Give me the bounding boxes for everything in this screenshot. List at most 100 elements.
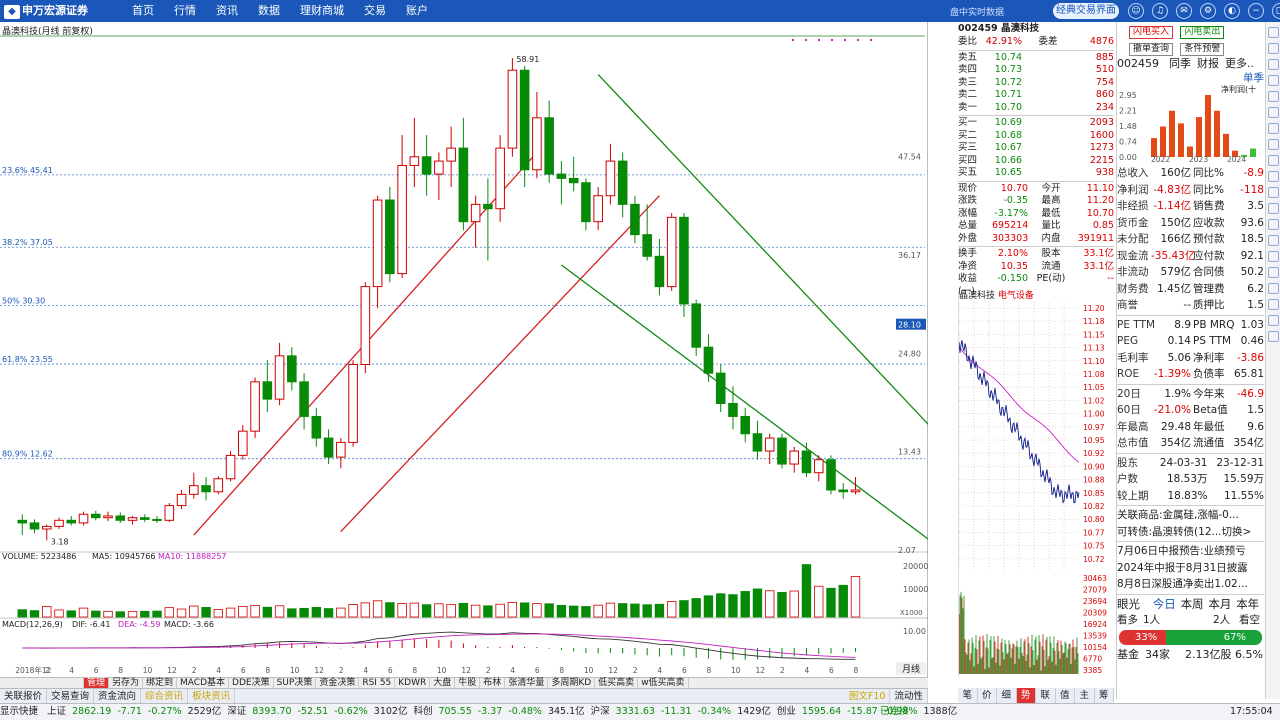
sentiment-bar[interactable]: 33% 67% xyxy=(1119,629,1262,645)
candle-body[interactable] xyxy=(715,372,726,404)
tab-month[interactable]: 本月 xyxy=(1208,596,1236,613)
mini-tab[interactable]: 细 xyxy=(997,688,1017,703)
bull-percent[interactable]: 33% xyxy=(1119,629,1167,645)
tool-icon[interactable] xyxy=(1268,267,1279,278)
candle-body[interactable] xyxy=(532,117,542,171)
indicator-tab[interactable]: 布林 xyxy=(480,678,506,688)
order-row[interactable]: 买三 10.67 1273 xyxy=(958,142,1114,155)
candle-body[interactable] xyxy=(189,485,199,495)
candle-body[interactable] xyxy=(850,489,861,493)
candle-body[interactable] xyxy=(777,437,787,465)
indicator-tab[interactable]: 低买高卖 xyxy=(595,678,639,688)
tab-more[interactable]: 更多.. xyxy=(1225,56,1254,72)
link-bond-text[interactable]: 可转债:晶澳转债(12...切换> xyxy=(1117,524,1251,541)
candle-body[interactable] xyxy=(654,255,665,288)
mini-tab[interactable]: 价 xyxy=(978,688,997,703)
candle-body[interactable] xyxy=(201,485,211,493)
indicator-tab[interactable]: 绑定到 xyxy=(143,678,178,688)
tool-icon[interactable] xyxy=(1268,203,1279,214)
mini-tab[interactable]: 筹 xyxy=(1095,688,1114,703)
candle-body[interactable] xyxy=(519,69,530,171)
candle-body[interactable] xyxy=(115,515,126,521)
candle-body[interactable] xyxy=(311,415,322,439)
flash-sell-button[interactable]: 闪电卖出 xyxy=(1180,26,1225,39)
candle-body[interactable] xyxy=(238,430,248,456)
candle-body[interactable] xyxy=(470,203,481,223)
classic-trade-button[interactable]: 经典交易界面 xyxy=(1053,3,1119,19)
indicator-tab[interactable]: 张清华量 xyxy=(505,678,549,688)
function-tab[interactable]: 交易查询 xyxy=(47,689,95,703)
tool-icon[interactable] xyxy=(1268,59,1279,70)
candle-body[interactable] xyxy=(483,203,493,210)
candle-body[interactable] xyxy=(666,216,677,288)
order-row[interactable]: 买四 10.66 2215 xyxy=(958,155,1114,168)
candle-body[interactable] xyxy=(336,441,346,458)
candle-body[interactable] xyxy=(703,346,714,374)
kline-chart-area[interactable]: 晶澳科技(月线 前复权) 23.6% 45.41 38.2% 37.05 50% 3… xyxy=(0,22,954,677)
tool-icon[interactable] xyxy=(1268,43,1279,54)
trend-channel-line[interactable] xyxy=(561,264,942,550)
candle-body[interactable] xyxy=(728,402,738,417)
minimize-icon[interactable]: − xyxy=(1248,3,1264,19)
candle-body[interactable] xyxy=(409,156,420,166)
indicator-tab[interactable]: RSI 55 xyxy=(359,678,396,688)
candle-body[interactable] xyxy=(152,518,162,521)
user-icon[interactable]: ☺ xyxy=(1128,3,1144,19)
mini-tab[interactable]: 主 xyxy=(1075,688,1095,703)
candle-body[interactable] xyxy=(593,195,603,223)
candle-body[interactable] xyxy=(752,433,763,452)
indicator-tab[interactable]: 大盘 xyxy=(430,678,456,688)
candle-body[interactable] xyxy=(691,303,701,348)
tool-icon[interactable] xyxy=(1268,155,1279,166)
tool-icon[interactable] xyxy=(1268,235,1279,246)
order-row[interactable]: 买五 10.65 938 xyxy=(958,167,1114,180)
candle-body[interactable] xyxy=(605,160,616,197)
tab-today[interactable]: 今日 xyxy=(1153,596,1181,613)
news-text[interactable]: 7月06日中报预告:业绩预亏 xyxy=(1117,543,1246,560)
tool-icon[interactable] xyxy=(1268,171,1279,182)
candle-body[interactable] xyxy=(421,156,432,175)
candle-body[interactable] xyxy=(446,147,456,162)
function-tab[interactable]: 关联报价 xyxy=(0,689,48,703)
candle-body[interactable] xyxy=(78,513,89,524)
news-item[interactable]: 2024年中报于8月31日披露 xyxy=(1117,560,1264,577)
show-shortcut-toggle[interactable]: 显示快捷 xyxy=(0,706,38,717)
tool-icon[interactable] xyxy=(1268,219,1279,230)
candle-body[interactable] xyxy=(360,286,371,366)
mini-tab[interactable]: 值 xyxy=(1056,688,1075,703)
index-name[interactable]: 深证 xyxy=(227,706,246,717)
index-name[interactable]: 创业 xyxy=(777,706,796,717)
candle-body[interactable] xyxy=(250,381,260,432)
order-row[interactable]: 卖二 10.71 860 xyxy=(958,89,1114,102)
function-tab[interactable]: 板块资讯 xyxy=(188,689,236,703)
candle-body[interactable] xyxy=(556,173,567,179)
candle-body[interactable] xyxy=(29,522,40,530)
candle-body[interactable] xyxy=(495,147,505,210)
indicator-tab[interactable]: w低买高卖 xyxy=(638,678,689,688)
candle-body[interactable] xyxy=(164,505,175,521)
candle-body[interactable] xyxy=(262,381,273,400)
link-commodity-text[interactable]: 关联商品:金属硅,涨幅-0... xyxy=(1117,507,1239,524)
candle-body[interactable] xyxy=(581,182,591,223)
tool-icon[interactable] xyxy=(1268,91,1279,102)
candle-body[interactable] xyxy=(679,216,689,305)
tab-week[interactable]: 本周 xyxy=(1181,596,1209,613)
nav-account[interactable]: 账户 xyxy=(396,0,438,22)
candle-body[interactable] xyxy=(287,355,297,383)
tool-icon[interactable] xyxy=(1268,187,1279,198)
kline-svg[interactable]: 23.6% 45.41 38.2% 37.05 50% 30.30 61.8% 23.… xyxy=(0,22,954,677)
cancel-query-button[interactable]: 撤单查询 xyxy=(1129,43,1174,56)
period-label[interactable]: 月线 xyxy=(902,663,920,675)
candle-body[interactable] xyxy=(348,364,358,443)
indicator-tab[interactable]: 牛股 xyxy=(455,678,481,688)
candle-body[interactable] xyxy=(789,450,800,465)
candle-body[interactable] xyxy=(740,415,751,435)
tool-icon[interactable] xyxy=(1268,283,1279,294)
news-item[interactable]: 8月8日深股通净卖出1.02... xyxy=(1117,576,1264,593)
tool-icon[interactable] xyxy=(1268,107,1279,118)
candle-body[interactable] xyxy=(826,459,836,491)
settings-icon[interactable]: ⚙ xyxy=(1200,3,1216,19)
candle-body[interactable] xyxy=(41,525,52,530)
candle-body[interactable] xyxy=(17,519,28,524)
tab-year[interactable]: 本年 xyxy=(1236,596,1264,613)
